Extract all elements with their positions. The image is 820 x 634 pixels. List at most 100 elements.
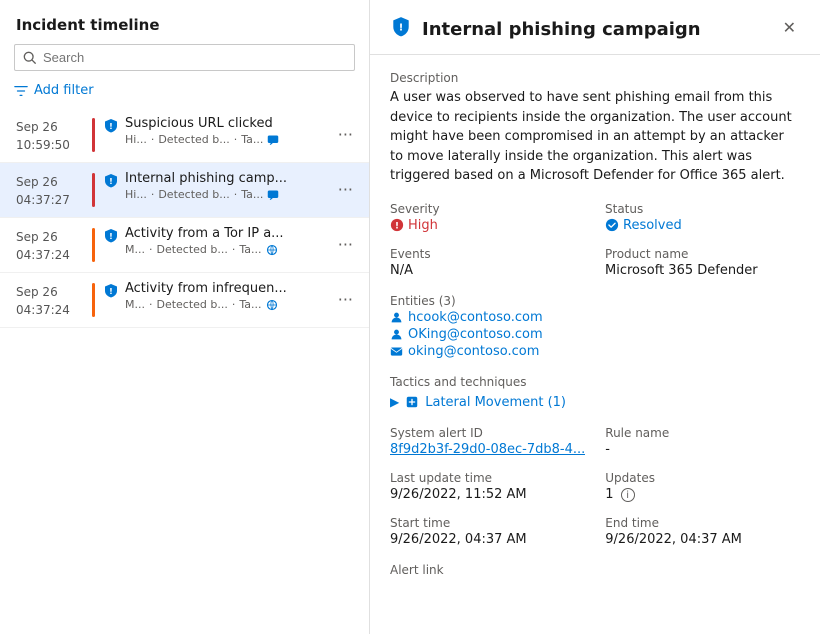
add-filter-button[interactable]: Add filter	[0, 79, 369, 108]
alert-fields-grid: System alert ID 8f9d2b3f-29d0-08ec-7db8-…	[390, 426, 800, 548]
severity-label: Severity	[390, 202, 585, 216]
close-button[interactable]: ✕	[779, 17, 800, 41]
entity-link[interactable]: OKing@contoso.com	[390, 327, 800, 342]
comment-icon	[267, 189, 279, 201]
severity-field: Severity ! High	[390, 202, 585, 233]
mail-icon	[390, 345, 403, 358]
detail-header: ! Internal phishing campaign ✕	[370, 0, 820, 55]
timeline-item[interactable]: Sep 26 10:59:50 ! Suspicious URL clicked…	[0, 108, 369, 163]
user-icon	[390, 311, 403, 324]
item-meta: M... · Detected b... · Ta...	[125, 243, 334, 256]
item-time: Sep 26 04:37:27	[16, 171, 88, 209]
more-button[interactable]: ···	[334, 182, 357, 198]
status-label: Status	[605, 202, 800, 216]
item-content: Activity from infrequen... M... · Detect…	[125, 281, 334, 319]
add-filter-label: Add filter	[34, 83, 94, 98]
globe-icon	[266, 299, 278, 311]
status-field: Status Resolved	[605, 202, 800, 233]
shield-icon: !	[103, 173, 119, 209]
start-time-value: 9/26/2022, 04:37 AM	[390, 532, 585, 547]
updates-label: Updates	[605, 471, 800, 485]
svg-text:!: !	[395, 222, 399, 232]
end-time-label: End time	[605, 516, 800, 530]
item-meta: Hi... · Detected b... · Ta...	[125, 188, 334, 201]
detail-shield-icon: !	[390, 16, 412, 42]
system-alert-id-value[interactable]: 8f9d2b3f-29d0-08ec-7db8-4...	[390, 442, 585, 457]
resolved-icon	[605, 218, 619, 232]
description-text: A user was observed to have sent phishin…	[390, 88, 800, 186]
svg-text:!: !	[109, 232, 113, 241]
detail-body: Description A user was observed to have …	[370, 55, 820, 634]
search-icon	[23, 51, 37, 65]
item-content: Suspicious URL clicked Hi... · Detected …	[125, 116, 334, 154]
product-name-label: Product name	[605, 247, 800, 261]
item-content: Activity from a Tor IP a... M... · Detec…	[125, 226, 334, 264]
svg-text:!: !	[109, 177, 113, 186]
svg-text:!: !	[109, 122, 113, 131]
item-time: Sep 26 04:37:24	[16, 281, 88, 319]
search-box[interactable]	[14, 44, 355, 71]
updates-value: 1 i	[605, 487, 800, 503]
status-value: Resolved	[605, 218, 800, 233]
item-meta: M... · Detected b... · Ta...	[125, 298, 334, 311]
more-button[interactable]: ···	[334, 127, 357, 143]
globe-icon	[266, 244, 278, 256]
incident-timeline-panel: Incident timeline Add filter Sep 26 10:5…	[0, 0, 370, 634]
severity-bar	[92, 173, 95, 207]
fields-grid: Severity ! High Status Resol	[390, 202, 800, 278]
item-meta: Hi... · Detected b... · Ta...	[125, 133, 334, 146]
tactics-section: Tactics and techniques ▶ Lateral Movemen…	[390, 375, 800, 410]
last-update-field: Last update time 9/26/2022, 11:52 AM	[390, 471, 585, 503]
shield-icon: !	[103, 228, 119, 264]
more-button[interactable]: ···	[334, 237, 357, 253]
entity-link[interactable]: oking@contoso.com	[390, 344, 800, 359]
user-icon	[390, 328, 403, 341]
timeline-item[interactable]: Sep 26 04:37:27 ! Internal phishing camp…	[0, 163, 369, 218]
entity-link[interactable]: hcook@contoso.com	[390, 310, 800, 325]
entities-section: Entities (3) hcook@contoso.com OKing@con…	[390, 294, 800, 359]
comment-icon	[267, 134, 279, 146]
severity-bar	[92, 283, 95, 317]
tactic-icon	[405, 395, 419, 409]
item-time: Sep 26 10:59:50	[16, 116, 88, 154]
tactic-value[interactable]: Lateral Movement (1)	[425, 395, 566, 410]
more-button[interactable]: ···	[334, 292, 357, 308]
tactic-expand-icon[interactable]: ▶	[390, 395, 399, 409]
timeline-list: Sep 26 10:59:50 ! Suspicious URL clicked…	[0, 108, 369, 634]
product-name-value: Microsoft 365 Defender	[605, 263, 800, 278]
severity-bar	[92, 118, 95, 152]
product-name-field: Product name Microsoft 365 Defender	[605, 247, 800, 278]
tactic-row: ▶ Lateral Movement (1)	[390, 395, 800, 410]
updates-info-icon[interactable]: i	[621, 488, 635, 502]
search-input[interactable]	[43, 50, 346, 65]
rule-name-field: Rule name -	[605, 426, 800, 457]
end-time-value: 9/26/2022, 04:37 AM	[605, 532, 800, 547]
svg-text:!: !	[399, 22, 404, 33]
description-label: Description	[390, 71, 800, 85]
shield-icon: !	[103, 283, 119, 319]
tactics-label: Tactics and techniques	[390, 375, 800, 389]
item-time: Sep 26 04:37:24	[16, 226, 88, 264]
detail-panel: ! Internal phishing campaign ✕ Descripti…	[370, 0, 820, 634]
item-title: Suspicious URL clicked	[125, 116, 305, 131]
panel-title: Incident timeline	[0, 0, 369, 44]
end-time-field: End time 9/26/2022, 04:37 AM	[605, 516, 800, 547]
timeline-item[interactable]: Sep 26 04:37:24 ! Activity from infreque…	[0, 273, 369, 328]
severity-bar	[92, 228, 95, 262]
updates-field: Updates 1 i	[605, 471, 800, 503]
rule-name-value: -	[605, 442, 800, 457]
severity-value: ! High	[390, 218, 585, 233]
high-severity-icon: !	[390, 218, 404, 232]
events-label: Events	[390, 247, 585, 261]
events-field: Events N/A	[390, 247, 585, 278]
alert-link-section: Alert link	[390, 563, 800, 577]
alert-link-label: Alert link	[390, 563, 800, 577]
timeline-item[interactable]: Sep 26 04:37:24 ! Activity from a Tor IP…	[0, 218, 369, 273]
start-time-label: Start time	[390, 516, 585, 530]
shield-icon: !	[103, 118, 119, 154]
last-update-value: 9/26/2022, 11:52 AM	[390, 487, 585, 502]
start-time-field: Start time 9/26/2022, 04:37 AM	[390, 516, 585, 547]
system-alert-id-field: System alert ID 8f9d2b3f-29d0-08ec-7db8-…	[390, 426, 585, 457]
detail-title: Internal phishing campaign	[422, 19, 769, 40]
entities-label: Entities (3)	[390, 294, 800, 308]
